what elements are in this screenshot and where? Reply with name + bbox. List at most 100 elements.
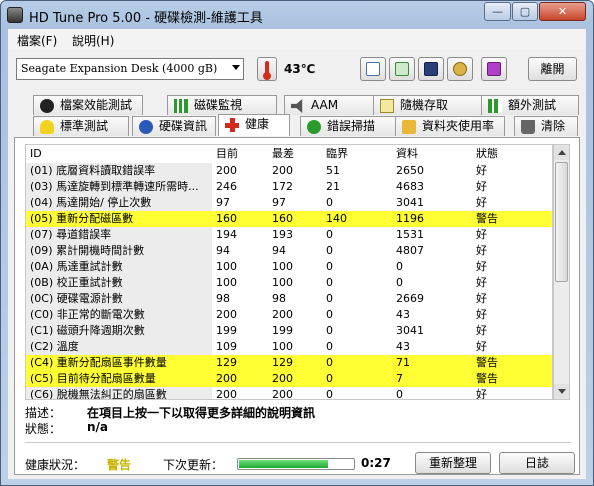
options-button[interactable] <box>447 57 473 81</box>
cell-status: 好 <box>476 292 487 305</box>
cell-threshold: 0 <box>326 196 333 209</box>
minimize-button[interactable]: — <box>484 2 511 21</box>
col-header-data[interactable]: 資料 <box>396 145 418 163</box>
tab-random-access[interactable]: 隨機存取 <box>373 95 483 115</box>
cell-id: (C4) 重新分配扇區事件數量 <box>26 355 212 371</box>
cell-threshold: 0 <box>326 356 333 369</box>
cell-worst: 193 <box>272 228 293 241</box>
status-label: 狀態： <box>25 422 62 436</box>
cell-data: 43 <box>396 340 410 353</box>
copy-all-icon <box>395 62 409 76</box>
table-row[interactable]: (C5) 目前待分配扇區數量 200 200 0 7 警告 <box>26 371 552 387</box>
table-row[interactable]: (0C) 硬碟電源計數 98 98 0 2669 好 <box>26 291 552 307</box>
copy-info-button[interactable] <box>360 57 386 81</box>
tab-benchmark[interactable]: 標準測試 <box>33 116 129 136</box>
col-header-current[interactable]: 目前 <box>216 145 238 163</box>
table-row[interactable]: (03) 馬達旋轉到標準轉速所需時... 246 172 21 4683 好 <box>26 179 552 195</box>
tab-info[interactable]: 硬碟資訊 <box>132 116 216 136</box>
cell-worst: 200 <box>272 164 293 177</box>
cell-data: 3041 <box>396 324 424 337</box>
cell-id: (09) 累計開機時間計數 <box>26 243 212 259</box>
log-button[interactable]: 日誌 <box>499 452 575 474</box>
drive-select[interactable]: Seagate Expansion Desk (4000 gB) <box>16 58 244 80</box>
close-button[interactable]: ✕ <box>539 2 586 21</box>
cell-current: 246 <box>216 180 237 193</box>
app-icon <box>7 7 23 23</box>
table-row[interactable]: (04) 馬達開始/ 停止次數 97 97 0 3041 好 <box>26 195 552 211</box>
cell-id: (03) 馬達旋轉到標準轉速所需時... <box>26 179 212 195</box>
cell-current: 100 <box>216 260 237 273</box>
menu-help[interactable]: 說明(H) <box>72 32 114 49</box>
table-row[interactable]: (07) 尋道錯誤率 194 193 0 1531 好 <box>26 227 552 243</box>
cell-worst: 97 <box>272 196 286 209</box>
cell-data: 4683 <box>396 180 424 193</box>
table-row[interactable]: (C4) 重新分配扇區事件數量 129 129 0 71 警告 <box>26 355 552 371</box>
menu-file[interactable]: 檔案(F) <box>17 32 57 49</box>
scan-icon <box>307 120 321 134</box>
cell-current: 160 <box>216 212 237 225</box>
cell-id: (0A) 馬達重試計數 <box>26 259 212 275</box>
exit-button[interactable]: 離開 <box>528 57 577 81</box>
bar-chart-icon <box>174 99 188 113</box>
table-row[interactable]: (0A) 馬達重試計數 100 100 0 0 好 <box>26 259 552 275</box>
cell-data: 3041 <box>396 196 424 209</box>
save-button[interactable] <box>418 57 444 81</box>
trash-icon <box>521 120 535 134</box>
col-header-threshold[interactable]: 臨界 <box>326 145 348 163</box>
update-progress-fill <box>239 460 328 468</box>
col-header-worst[interactable]: 最差 <box>272 145 294 163</box>
table-row[interactable]: (01) 底層資料讀取錯誤率 200 200 51 2650 好 <box>26 163 552 179</box>
cell-worst: 199 <box>272 324 293 337</box>
separator <box>25 442 571 443</box>
table-row[interactable]: (0B) 校正重試計數 100 100 0 0 好 <box>26 275 552 291</box>
cell-data: 1196 <box>396 212 424 225</box>
down-arrow-icon <box>487 62 501 76</box>
table-row[interactable]: (C6) 脫機無法糾正的扇區數 200 200 0 0 好 <box>26 387 552 400</box>
health-status-label: 健康狀況： <box>25 458 86 472</box>
red-cross-icon <box>225 118 239 132</box>
description-label: 描述： <box>25 406 62 420</box>
cell-threshold: 21 <box>326 180 340 193</box>
tab-extra-tests[interactable]: 額外測試 <box>481 95 579 115</box>
table-row[interactable]: (09) 累計開機時間計數 94 94 0 4807 好 <box>26 243 552 259</box>
cell-threshold: 0 <box>326 372 333 385</box>
next-update-label: 下次更新： <box>163 458 224 472</box>
cell-threshold: 0 <box>326 228 333 241</box>
cell-data: 2669 <box>396 292 424 305</box>
table-row[interactable]: (C1) 磁頭升降週期次數 199 199 0 3041 好 <box>26 323 552 339</box>
tab-health[interactable]: 健康 <box>218 114 290 136</box>
cell-status: 好 <box>476 244 487 257</box>
copy-all-button[interactable] <box>389 57 415 81</box>
tab-erase[interactable]: 清除 <box>514 116 578 136</box>
cell-id: (0B) 校正重試計數 <box>26 275 212 291</box>
download-button[interactable] <box>481 57 507 81</box>
cell-threshold: 0 <box>326 260 333 273</box>
refresh-button[interactable]: 重新整理 <box>415 452 491 474</box>
col-header-id[interactable]: ID <box>30 145 42 163</box>
tab-disk-monitor[interactable]: 磁碟監視 <box>167 95 277 115</box>
chart-icon <box>488 99 502 113</box>
cell-id: (01) 底層資料讀取錯誤率 <box>26 163 212 179</box>
cell-worst: 100 <box>272 276 293 289</box>
cell-id: (C6) 脫機無法糾正的扇區數 <box>26 387 212 399</box>
bulb-icon <box>40 99 54 113</box>
maximize-button[interactable]: ▢ <box>512 2 538 21</box>
title-bar[interactable]: HD Tune Pro 5.00 - 硬碟檢測-維護工具 — ▢ ✕ <box>1 1 593 29</box>
scroll-down-button[interactable] <box>554 384 569 399</box>
table-row[interactable]: (05) 重新分配磁區數 160 160 140 1196 警告 <box>26 211 552 227</box>
col-header-status[interactable]: 狀態 <box>476 145 498 163</box>
tab-file-benchmark[interactable]: 檔案效能測試 <box>33 95 143 115</box>
smart-table[interactable]: ID 目前 最差 臨界 資料 狀態 (01) 底層資料讀取錯誤率 200 200 51… <box>25 144 553 400</box>
vertical-scrollbar[interactable] <box>553 144 570 400</box>
scroll-up-button[interactable] <box>554 145 569 160</box>
table-row[interactable]: (C0) 非正常的斷電次數 200 200 0 43 好 <box>26 307 552 323</box>
cell-worst: 200 <box>272 388 293 400</box>
update-progress-bar <box>237 458 355 470</box>
cell-data: 0 <box>396 276 403 289</box>
scroll-thumb[interactable] <box>555 162 568 282</box>
cell-current: 100 <box>216 276 237 289</box>
tab-folder-usage[interactable]: 資料夾使用率 <box>395 116 505 136</box>
tab-error-scan[interactable]: 錯誤掃描 <box>300 116 396 136</box>
table-row[interactable]: (C2) 溫度 109 100 0 43 好 <box>26 339 552 355</box>
gears-icon <box>453 62 467 76</box>
